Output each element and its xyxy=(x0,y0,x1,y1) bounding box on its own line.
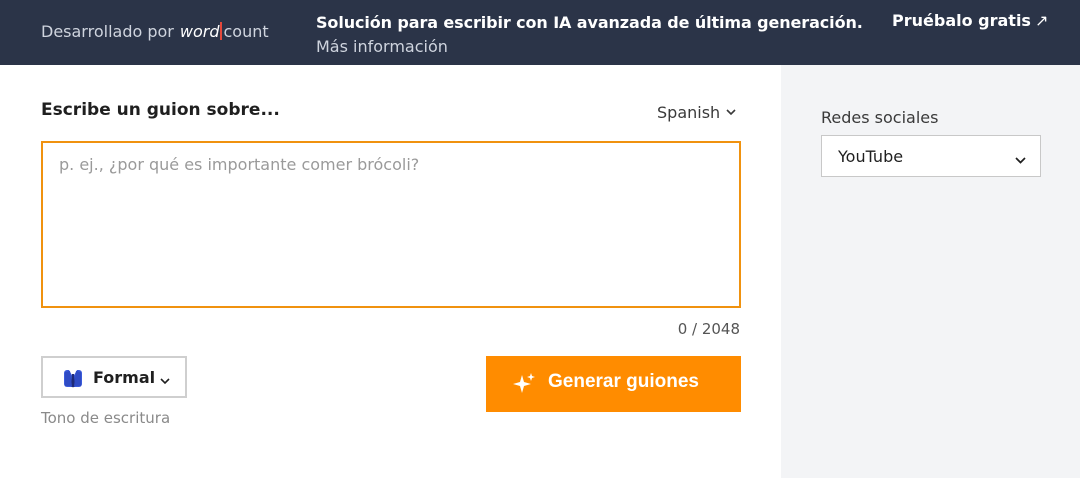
tone-select[interactable]: Formal xyxy=(41,356,187,398)
language-value: Spanish xyxy=(657,103,721,122)
brand-logo-count: count xyxy=(223,22,269,41)
top-banner: Desarrollado por word count Solución para … xyxy=(0,0,1080,65)
chevron-down-icon xyxy=(1015,149,1026,168)
brand-logo-word: word xyxy=(179,22,220,41)
arrow-up-right-icon: ↗ xyxy=(1034,11,1049,30)
side-panel: Redes sociales YouTube xyxy=(781,65,1080,478)
char-counter: 0 / 2048 xyxy=(677,320,740,338)
language-select[interactable]: Spanish xyxy=(657,101,736,122)
powered-by-label: Desarrollado por xyxy=(41,22,174,41)
more-info-link[interactable]: Más información xyxy=(316,35,863,59)
tone-value: Formal xyxy=(93,368,156,387)
platform-value: YouTube xyxy=(838,147,904,166)
promo-text: Solución para escribir con IA avanzada d… xyxy=(316,11,863,59)
generate-label: Generar guiones xyxy=(548,371,699,392)
formal-suit-icon xyxy=(63,368,83,392)
try-free-link[interactable]: Pruébalo gratis ↗ xyxy=(892,11,1048,30)
page-heading: Escribe un guion sobre... xyxy=(41,100,280,120)
powered-by[interactable]: Desarrollado por word count xyxy=(41,22,269,41)
generate-button[interactable]: Generar guiones xyxy=(486,356,741,412)
tone-label: Tono de escritura xyxy=(41,409,171,427)
try-free-label: Pruébalo gratis xyxy=(892,11,1031,30)
promo-headline: Solución para escribir con IA avanzada d… xyxy=(316,13,863,32)
social-networks-label: Redes sociales xyxy=(821,108,939,127)
topic-input[interactable] xyxy=(41,141,741,308)
sparkle-icon xyxy=(512,372,536,399)
chevron-down-icon xyxy=(160,370,170,389)
chevron-down-icon xyxy=(726,101,736,120)
platform-select[interactable]: YouTube xyxy=(821,135,1041,177)
